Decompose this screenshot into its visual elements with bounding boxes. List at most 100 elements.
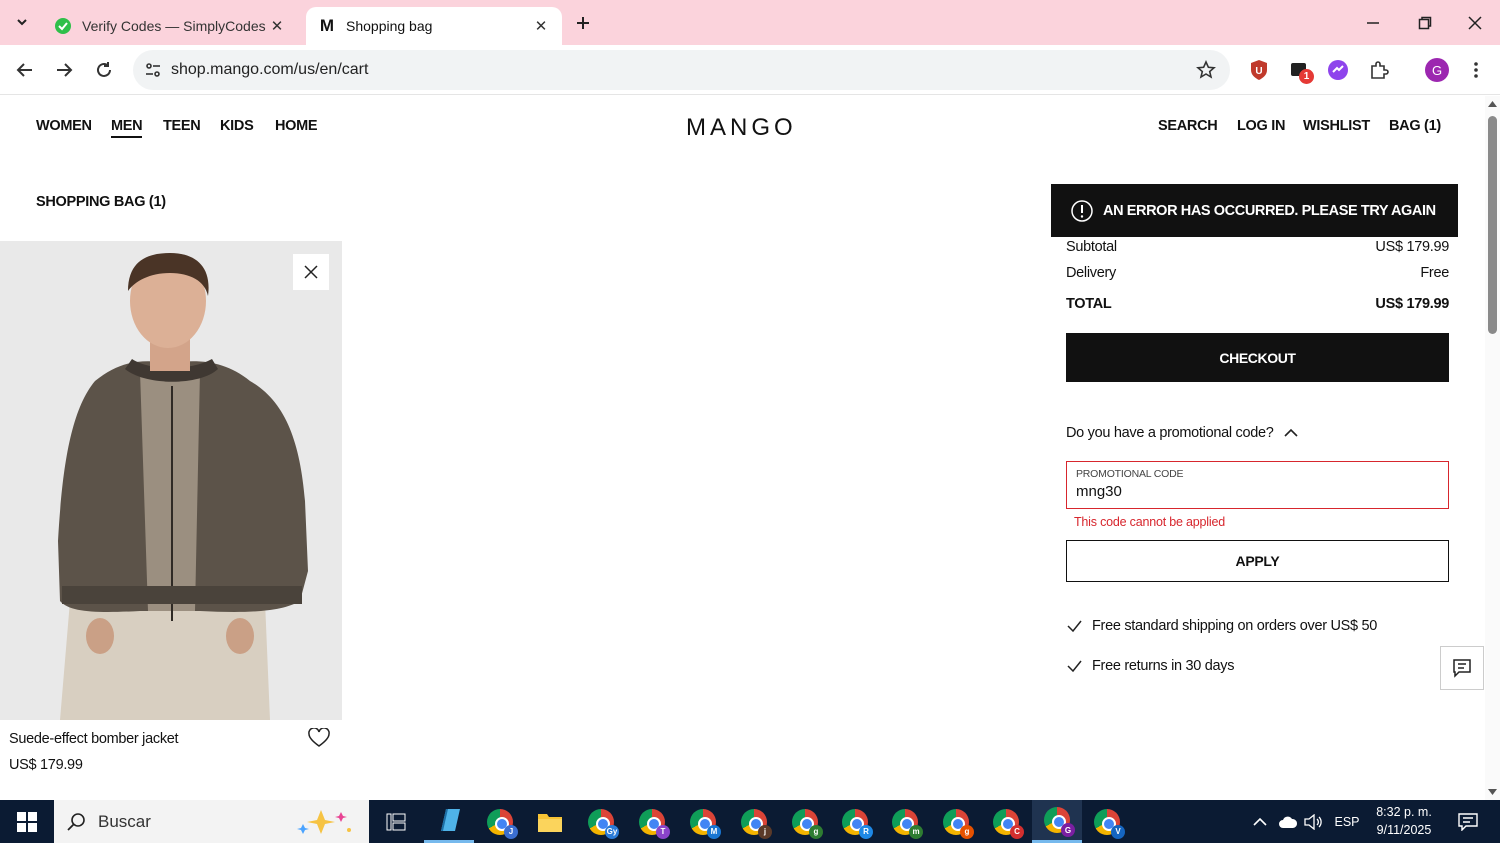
page-content: WOMEN MEN TEEN KIDS HOME MANGO SEARCH LO… bbox=[0, 96, 1485, 800]
extension-badge-icon[interactable]: 1 bbox=[1286, 56, 1314, 84]
nav-men[interactable]: MEN bbox=[111, 118, 143, 138]
notifications-button[interactable] bbox=[1448, 800, 1488, 843]
subtotal-row: Subtotal US$ 179.99 bbox=[1066, 239, 1449, 255]
taskbar-chrome-profile-active[interactable]: G bbox=[1032, 800, 1082, 843]
taskbar-chrome-profile[interactable]: g bbox=[780, 800, 830, 843]
close-window-button[interactable] bbox=[1450, 0, 1500, 45]
minimize-button[interactable] bbox=[1348, 0, 1398, 45]
nav-bag[interactable]: BAG (1) bbox=[1389, 118, 1441, 134]
wishlist-heart-icon[interactable] bbox=[308, 727, 330, 753]
promo-code-toggle[interactable]: Do you have a promotional code? bbox=[1066, 425, 1298, 441]
chrome-icon: R bbox=[842, 808, 873, 839]
promo-code-label: PROMOTIONAL CODE bbox=[1076, 468, 1184, 480]
taskbar-chrome-profile[interactable]: m bbox=[880, 800, 930, 843]
back-button[interactable] bbox=[9, 54, 41, 86]
language-indicator[interactable]: ESP bbox=[1330, 800, 1364, 843]
product-image[interactable] bbox=[0, 241, 342, 720]
scrollbar-thumb[interactable] bbox=[1488, 116, 1497, 334]
taskbar-chrome-profile[interactable]: g bbox=[931, 800, 981, 843]
product-price: US$ 179.99 bbox=[9, 757, 83, 773]
scroll-up-arrow-icon[interactable] bbox=[1488, 100, 1497, 108]
nav-teen[interactable]: TEEN bbox=[163, 118, 201, 134]
purple-extension-icon[interactable] bbox=[1324, 56, 1352, 84]
onedrive-icon[interactable] bbox=[1276, 800, 1300, 843]
profile-initial: G bbox=[1425, 58, 1449, 82]
reload-button[interactable] bbox=[88, 54, 120, 86]
close-tab-icon[interactable]: ✕ bbox=[268, 17, 286, 35]
forward-button[interactable] bbox=[48, 54, 80, 86]
promo-question: Do you have a promotional code? bbox=[1066, 425, 1274, 441]
taskbar-search-box[interactable]: Buscar bbox=[54, 800, 369, 843]
start-button[interactable] bbox=[0, 800, 54, 843]
apply-button[interactable]: APPLY bbox=[1066, 540, 1449, 582]
site-info-icon[interactable] bbox=[135, 61, 171, 79]
restore-button[interactable] bbox=[1400, 0, 1450, 45]
chrome-icon: Gy bbox=[588, 808, 619, 839]
windows-taskbar: Buscar J Gy T M j g R m g C G V ESP 8:32… bbox=[0, 800, 1500, 843]
promo-code-input[interactable] bbox=[1076, 483, 1439, 500]
chrome-icon: G bbox=[1044, 807, 1075, 837]
nav-home[interactable]: HOME bbox=[275, 118, 318, 134]
total-value: US$ 179.99 bbox=[1375, 296, 1449, 312]
tab-title: Verify Codes — SimplyCodes bbox=[82, 18, 266, 34]
perk-text: Free standard shipping on orders over US… bbox=[1092, 618, 1378, 634]
extensions-puzzle-icon[interactable] bbox=[1365, 56, 1393, 84]
total-row: TOTAL US$ 179.99 bbox=[1066, 296, 1449, 312]
nav-kids[interactable]: KIDS bbox=[220, 118, 254, 134]
close-tab-icon[interactable]: ✕ bbox=[532, 17, 550, 35]
browser-menu-icon[interactable] bbox=[1462, 56, 1490, 84]
promo-code-field[interactable]: PROMOTIONAL CODE bbox=[1066, 461, 1449, 509]
nav-wishlist[interactable]: WISHLIST bbox=[1303, 118, 1370, 134]
chrome-icon: g bbox=[943, 808, 974, 839]
product-name[interactable]: Suede-effect bomber jacket bbox=[9, 731, 179, 747]
taskbar-chrome-profile[interactable]: M bbox=[678, 800, 728, 843]
nav-login[interactable]: LOG IN bbox=[1237, 118, 1285, 134]
task-view-icon bbox=[386, 813, 406, 830]
checkout-button[interactable]: CHECKOUT bbox=[1066, 333, 1449, 382]
chrome-icon: m bbox=[892, 808, 923, 839]
url-text[interactable]: shop.mango.com/us/en/cart bbox=[171, 61, 368, 79]
nav-women[interactable]: WOMEN bbox=[36, 118, 92, 134]
chrome-icon: J bbox=[487, 808, 518, 839]
clock[interactable]: 8:32 p. m. 9/11/2025 bbox=[1368, 803, 1440, 839]
tab-shopping-bag[interactable]: M Shopping bag ✕ bbox=[306, 7, 562, 45]
chrome-icon: M bbox=[690, 808, 721, 839]
tab-simplycodes[interactable]: Verify Codes — SimplyCodes ✕ bbox=[42, 7, 298, 45]
taskbar-search-placeholder: Buscar bbox=[98, 811, 151, 831]
chat-button[interactable] bbox=[1440, 646, 1484, 690]
shopping-bag-title: SHOPPING BAG (1) bbox=[36, 194, 166, 210]
notes-app-icon bbox=[441, 809, 460, 831]
remove-item-button[interactable] bbox=[293, 254, 329, 290]
chat-icon bbox=[1453, 659, 1471, 678]
page-scrollbar[interactable] bbox=[1485, 96, 1500, 800]
taskbar-chrome-profile[interactable]: C bbox=[981, 800, 1031, 843]
mango-logo[interactable]: MANGO bbox=[686, 114, 797, 142]
alert-circle-icon bbox=[1071, 199, 1093, 222]
bookmark-star-icon[interactable] bbox=[1196, 60, 1216, 85]
taskbar-chrome-profile[interactable]: j bbox=[729, 800, 779, 843]
taskbar-chrome-profile[interactable]: R bbox=[830, 800, 880, 843]
taskbar-app-notes[interactable] bbox=[424, 800, 474, 843]
taskbar-chrome-profile[interactable]: V bbox=[1082, 800, 1132, 843]
new-tab-button[interactable] bbox=[570, 10, 596, 36]
taskbar-chrome-profile[interactable]: T bbox=[627, 800, 677, 843]
arrow-right-icon bbox=[57, 63, 73, 77]
notification-icon bbox=[1458, 812, 1478, 831]
profile-avatar[interactable]: G bbox=[1423, 56, 1451, 84]
ublock-extension-icon[interactable]: U bbox=[1245, 56, 1273, 84]
tab-search-dropdown-button[interactable] bbox=[6, 7, 38, 37]
taskbar-file-explorer[interactable] bbox=[525, 800, 575, 843]
extension-badge-count: 1 bbox=[1299, 69, 1314, 84]
arrow-left-icon bbox=[16, 63, 32, 77]
subtotal-value: US$ 179.99 bbox=[1375, 239, 1449, 255]
scroll-down-arrow-icon[interactable] bbox=[1488, 788, 1497, 796]
taskbar-chrome-profile[interactable]: J bbox=[475, 800, 525, 843]
task-view-button[interactable] bbox=[371, 800, 421, 843]
chrome-icon: j bbox=[741, 808, 772, 839]
address-bar[interactable]: shop.mango.com/us/en/cart bbox=[133, 50, 1230, 90]
close-icon bbox=[1468, 15, 1482, 30]
taskbar-chrome-profile[interactable]: Gy bbox=[576, 800, 626, 843]
volume-icon[interactable] bbox=[1302, 800, 1326, 843]
show-hidden-icons-button[interactable] bbox=[1248, 800, 1272, 843]
nav-search[interactable]: SEARCH bbox=[1158, 118, 1218, 134]
